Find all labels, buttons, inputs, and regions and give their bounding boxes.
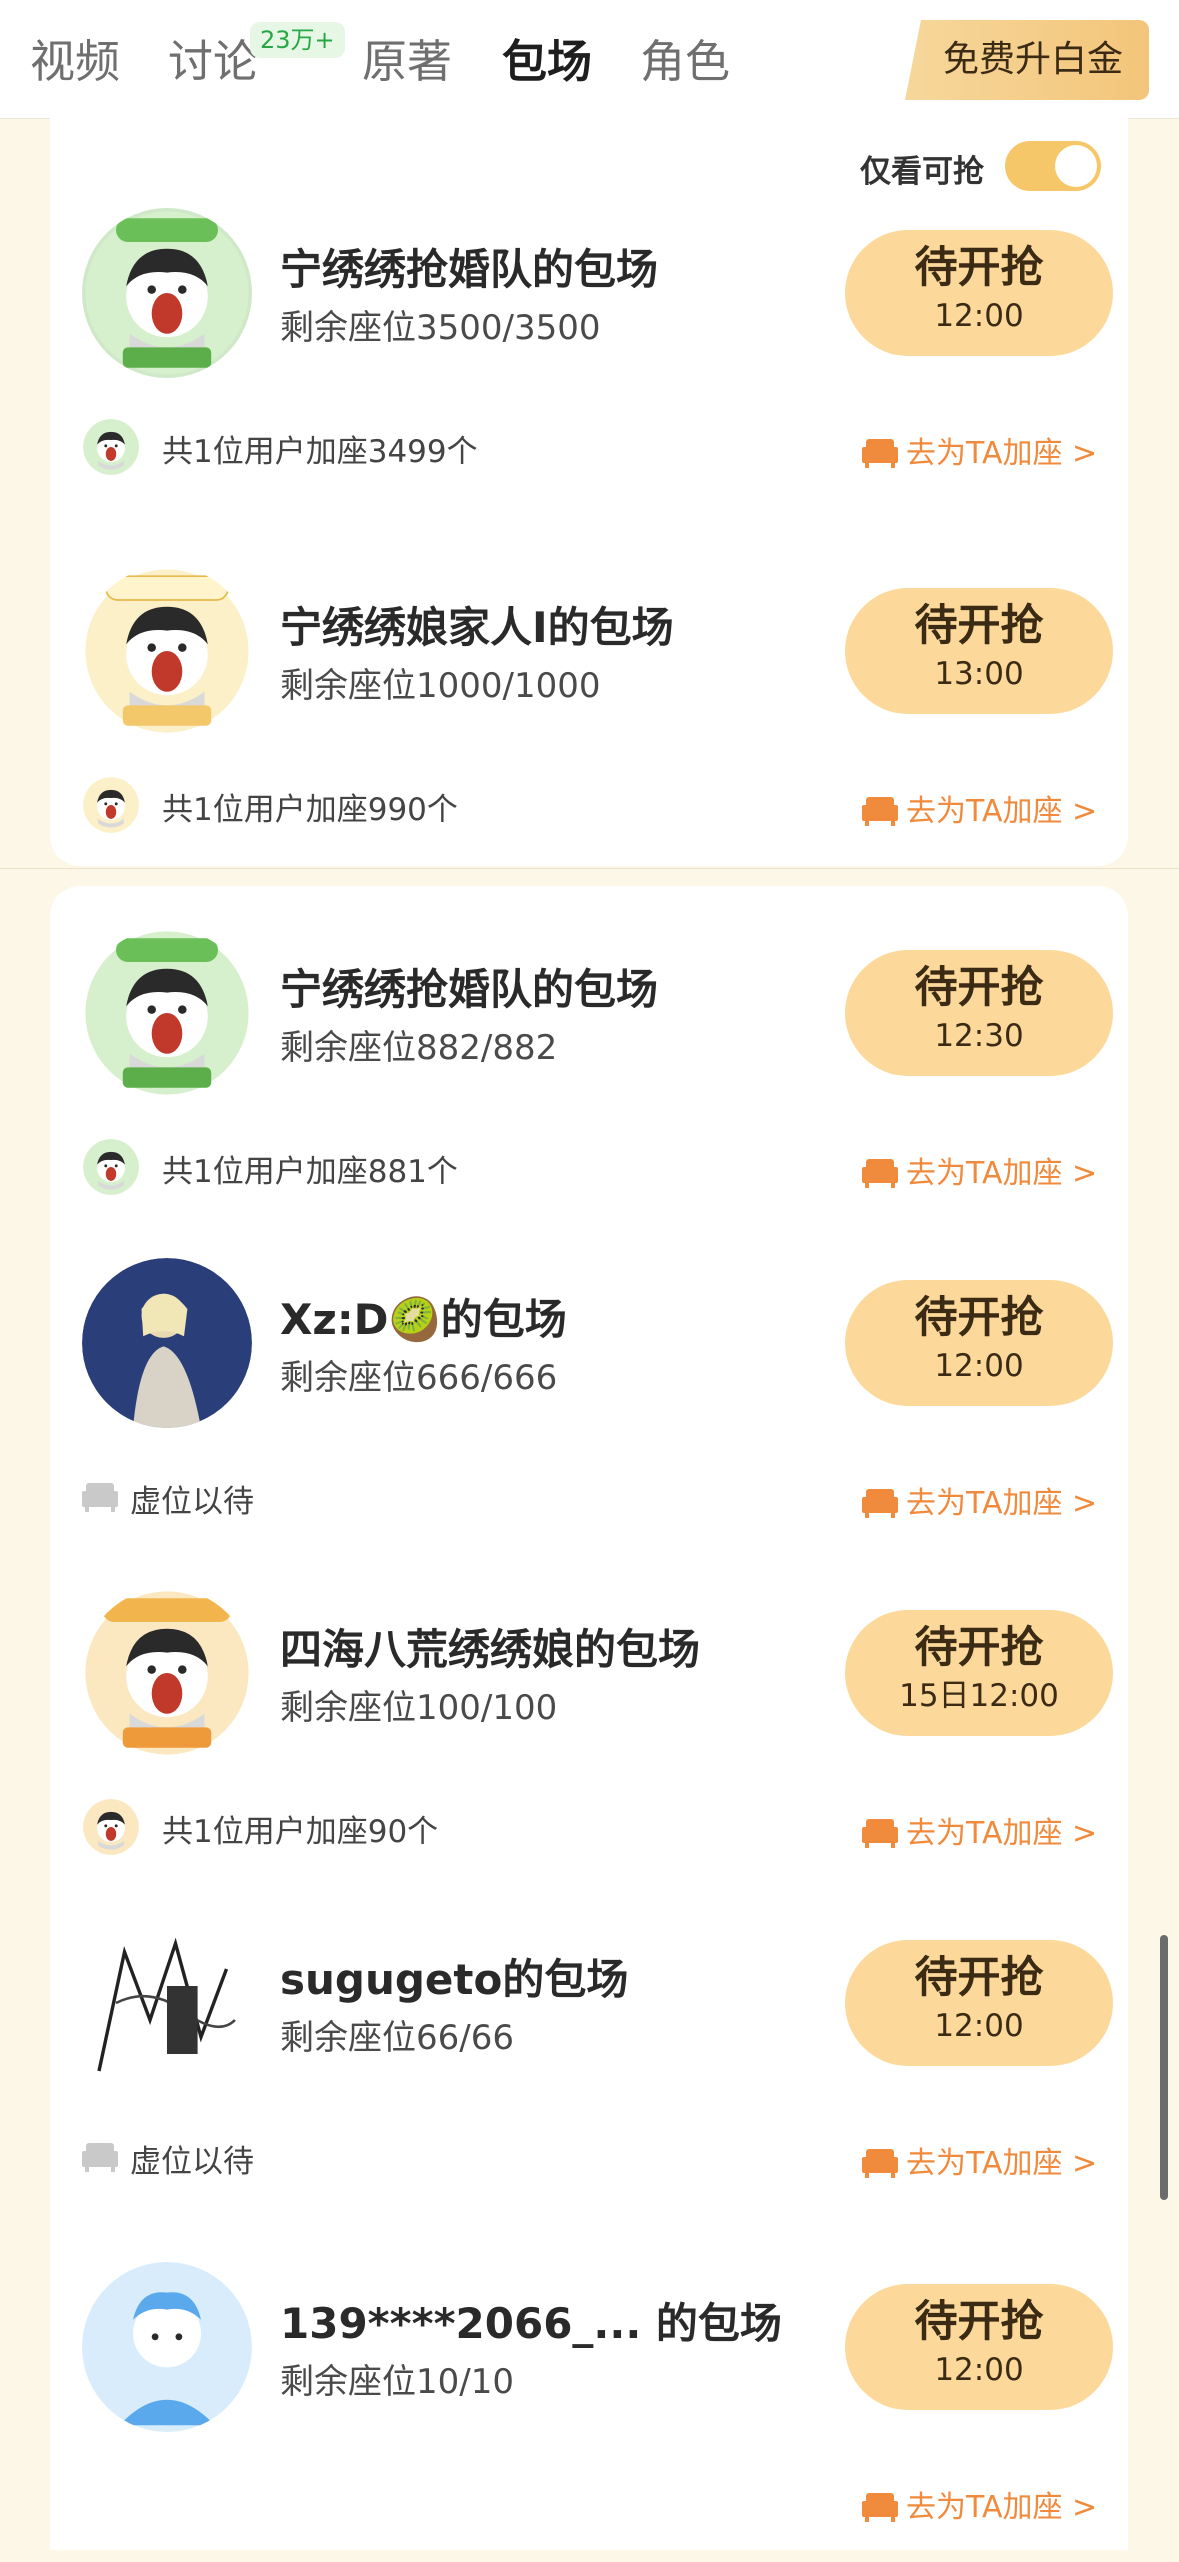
tab-characters[interactable]: 角色 — [640, 32, 730, 92]
scrollbar[interactable] — [1160, 1935, 1168, 2200]
remaining-seats: 剩余座位100/100 — [280, 1688, 558, 1728]
screening-title: sugugeto的包场 — [280, 1955, 629, 2004]
added-seats-count: 共1位用户加座3499个 — [162, 434, 478, 470]
cartoon-green-icon — [82, 418, 140, 476]
tab-original-novel[interactable]: 原著 — [362, 32, 452, 92]
remaining-seats: 剩余座位10/10 — [280, 2362, 514, 2402]
sofa-icon — [862, 1155, 898, 1189]
cartoon-orange-icon — [82, 1588, 252, 1758]
pending-grab-button[interactable]: 待开抢 12:30 — [845, 950, 1113, 1076]
sofa-icon — [862, 435, 898, 469]
grab-time: 15日12:00 — [899, 1678, 1059, 1714]
grab-time: 12:00 — [934, 298, 1024, 334]
remaining-seats: 剩余座位882/882 — [280, 1028, 558, 1068]
seat-awaiting-text: 虚位以待 — [130, 2144, 254, 2180]
grab-label: 待开抢 — [914, 1623, 1044, 1673]
grab-time: 12:00 — [934, 2352, 1024, 2388]
add-seat-label: 去为TA加座 > — [906, 1816, 1098, 1851]
cartoon-yellow-icon — [82, 566, 252, 736]
added-seats-count: 共1位用户加座90个 — [162, 1814, 439, 1850]
filter-available-label: 仅看可抢 — [860, 154, 984, 190]
pending-grab-button[interactable]: 待开抢 12:00 — [845, 1940, 1113, 2066]
discussion-count-badge: 23万+ — [250, 22, 345, 58]
grab-label: 待开抢 — [914, 243, 1044, 293]
added-seats-count: 共1位用户加座881个 — [162, 1154, 458, 1190]
remaining-seats: 剩余座位666/666 — [280, 1358, 558, 1398]
add-seat-label: 去为TA加座 > — [906, 794, 1098, 829]
tab-discussion[interactable]: 讨论 — [168, 32, 258, 92]
add-seat-label: 去为TA加座 > — [906, 1156, 1098, 1191]
cartoon-green-icon — [82, 928, 252, 1098]
add-seat-label: 去为TA加座 > — [906, 1486, 1098, 1521]
pending-grab-button[interactable]: 待开抢 15日12:00 — [845, 1610, 1113, 1736]
grab-time: 13:00 — [934, 656, 1024, 692]
grab-label: 待开抢 — [914, 2297, 1044, 2347]
remaining-seats: 剩余座位66/66 — [280, 2018, 514, 2058]
add-seat-label: 去为TA加座 > — [906, 2490, 1098, 2525]
add-seat-link[interactable]: 去为TA加座 > — [862, 1478, 1097, 1522]
screening-item[interactable]: Xz:D🥝的包场 剩余座位666/666 待开抢 12:00 虚位以待 去为TA… — [0, 1258, 1179, 1558]
sofa-icon — [862, 1485, 898, 1519]
add-seat-link[interactable]: 去为TA加座 > — [862, 1808, 1097, 1852]
section-divider — [0, 868, 1179, 885]
grab-label: 待开抢 — [914, 963, 1044, 1013]
top-tab-bar: 视频 讨论 23万+ 原著 包场 角色 免费升白金 — [0, 0, 1179, 119]
add-seat-link[interactable]: 去为TA加座 > — [862, 428, 1097, 472]
add-seat-label: 去为TA加座 > — [906, 2146, 1098, 2181]
grab-label: 待开抢 — [914, 1293, 1044, 1343]
upgrade-platinum-button[interactable]: 免费升白金 — [905, 20, 1149, 100]
grab-label: 待开抢 — [914, 1953, 1044, 2003]
screening-item[interactable]: sugugeto的包场 剩余座位66/66 待开抢 12:00 虚位以待 去为T… — [0, 1918, 1179, 2218]
cartoon-green-icon — [82, 1138, 140, 1196]
screening-title: 139****2066_... 的包场 — [280, 2299, 782, 2348]
sofa-icon — [82, 1478, 118, 1514]
add-seat-link[interactable]: 去为TA加座 > — [862, 2482, 1097, 2526]
default-user-icon — [82, 2262, 252, 2432]
screening-title: Xz:D🥝的包场 — [280, 1295, 567, 1344]
screening-title: 宁绣绣抢婚队的包场 — [280, 245, 659, 294]
grab-time: 12:30 — [934, 1018, 1024, 1054]
tab-video[interactable]: 视频 — [30, 32, 120, 92]
cartoon-green-icon — [82, 208, 252, 378]
add-seat-label: 去为TA加座 > — [906, 436, 1098, 471]
grab-time: 12:00 — [934, 1348, 1024, 1384]
add-seat-link[interactable]: 去为TA加座 > — [862, 1148, 1097, 1192]
screening-title: 宁绣绣娘家人I的包场 — [280, 603, 674, 652]
pending-grab-button[interactable]: 待开抢 13:00 — [845, 588, 1113, 714]
sofa-icon — [862, 793, 898, 827]
sketch-icon — [82, 1918, 252, 2088]
add-seat-link[interactable]: 去为TA加座 > — [862, 2138, 1097, 2182]
filter-available-toggle[interactable] — [1005, 141, 1101, 191]
cartoon-orange-icon — [82, 1798, 140, 1856]
sofa-icon — [862, 1815, 898, 1849]
pending-grab-button[interactable]: 待开抢 12:00 — [845, 230, 1113, 356]
toggle-knob — [1055, 145, 1097, 187]
screening-item[interactable]: 宁绣绣娘家人I的包场 剩余座位1000/1000 待开抢 13:00 共1位用户… — [0, 566, 1179, 866]
sofa-icon — [862, 2489, 898, 2523]
remaining-seats: 剩余座位3500/3500 — [280, 308, 601, 348]
screening-item[interactable]: 139****2066_... 的包场 剩余座位10/10 待开抢 12:00 … — [0, 2262, 1179, 2562]
pending-grab-button[interactable]: 待开抢 12:00 — [845, 2284, 1113, 2410]
grab-label: 待开抢 — [914, 601, 1044, 651]
screening-item[interactable]: 宁绣绣抢婚队的包场 剩余座位882/882 待开抢 12:30 共1位用户加座8… — [0, 928, 1179, 1228]
add-seat-link[interactable]: 去为TA加座 > — [862, 786, 1097, 830]
pending-grab-button[interactable]: 待开抢 12:00 — [845, 1280, 1113, 1406]
screening-title: 宁绣绣抢婚队的包场 — [280, 965, 659, 1014]
photo-blue-icon — [82, 1258, 252, 1428]
tab-private-screening[interactable]: 包场 — [502, 32, 592, 92]
added-seats-count: 共1位用户加座990个 — [162, 792, 458, 828]
seat-awaiting-text: 虚位以待 — [130, 1484, 254, 1520]
remaining-seats: 剩余座位1000/1000 — [280, 666, 601, 706]
sofa-icon — [862, 2145, 898, 2179]
screening-title: 四海八荒绣绣娘的包场 — [280, 1625, 701, 1674]
cartoon-yellow-icon — [82, 776, 140, 834]
screening-item[interactable]: 四海八荒绣绣娘的包场 剩余座位100/100 待开抢 15日12:00 共1位用… — [0, 1588, 1179, 1888]
sofa-icon — [82, 2138, 118, 2174]
screening-item[interactable]: 宁绣绣抢婚队的包场 剩余座位3500/3500 待开抢 12:00 共1位用户加… — [0, 208, 1179, 508]
grab-time: 12:00 — [934, 2008, 1024, 2044]
